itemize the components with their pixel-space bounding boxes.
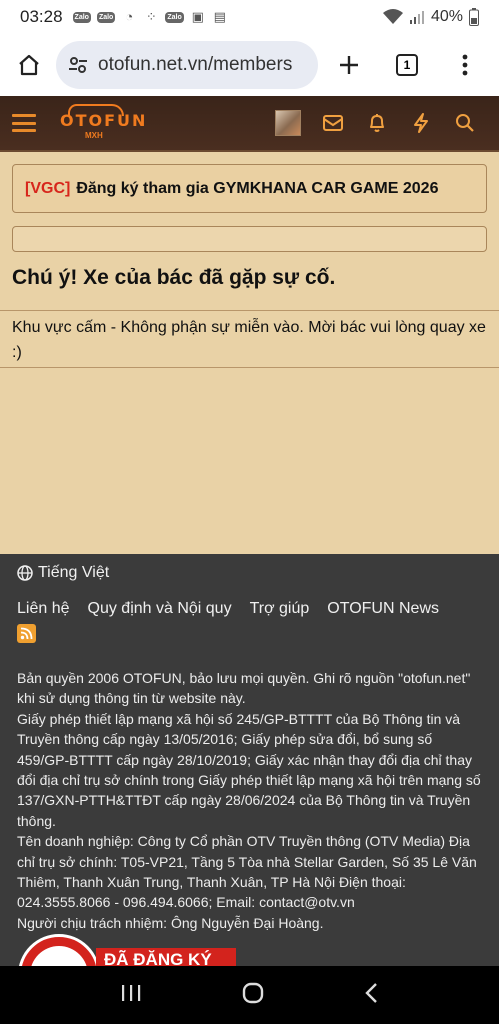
notice-tag: [VGC] [25, 179, 71, 197]
hamburger-menu-icon[interactable] [12, 111, 36, 135]
image-icon: ▣ [191, 9, 204, 24]
dots-icon: ⁘ [145, 9, 157, 24]
tab-count: 1 [396, 54, 418, 76]
error-title: Chú ý! Xe của bác đã gặp sự cố. [12, 266, 336, 289]
status-bar: 03:28 Zalo Zalo ◔ ⁘ Zalo ▣ ▤ 40% [0, 0, 499, 34]
notice-banner[interactable]: [VGC] Đăng ký tham gia GYMKHANA CAR GAME… [12, 164, 487, 213]
system-nav-bar [0, 966, 499, 1024]
footer-links: Liên hệ Quy định và Nội quy Trợ giúp OTO… [17, 600, 439, 618]
address-bar[interactable]: otofun.net.vn/members [56, 41, 318, 89]
notice-text[interactable]: Đăng ký tham gia GYMKHANA CAR GAME 2026 [76, 180, 438, 198]
lightning-icon[interactable] [399, 103, 443, 143]
zalo-icon: Zalo [72, 11, 91, 23]
tab-switcher-button[interactable]: 1 [390, 48, 424, 82]
site-header: OTOFUN MXH [0, 96, 499, 152]
inbox-icon[interactable] [311, 103, 355, 143]
site-footer: Tiếng Việt Liên hệ Quy định và Nội quy T… [0, 554, 499, 974]
footer-link-contact[interactable]: Liên hệ [17, 600, 70, 618]
language-chooser[interactable]: Tiếng Việt [17, 564, 109, 582]
globe-icon [17, 565, 33, 581]
site-settings-icon[interactable] [68, 55, 88, 75]
footer-link-rules[interactable]: Quy định và Nội quy [88, 600, 232, 618]
search-icon[interactable] [443, 103, 487, 143]
zalo-icon: Zalo [165, 11, 184, 23]
user-avatar[interactable] [275, 110, 301, 136]
recent-apps-icon[interactable] [120, 983, 142, 1008]
language-label: Tiếng Việt [38, 564, 110, 581]
signal-icon [409, 11, 424, 24]
otofun-logo[interactable]: OTOFUN MXH [58, 103, 145, 143]
bell-icon[interactable] [355, 103, 399, 143]
footer-link-news[interactable]: OTOFUN News [327, 600, 439, 618]
license-line: Giấy phép thiết lập mạng xã hội số 245/G… [17, 710, 481, 829]
url-text: otofun.net.vn/members [98, 54, 293, 75]
battery-level: 40% [430, 8, 463, 25]
zalo-icon: Zalo [96, 11, 116, 23]
breadcrumb-bar [12, 226, 487, 252]
message-icon: ▤ [213, 9, 226, 24]
copyright-text: Bản quyền 2006 OTOFUN, bảo lưu mọi quyền… [17, 668, 483, 933]
new-tab-icon[interactable] [332, 48, 366, 82]
back-icon[interactable] [364, 982, 380, 1009]
wifi-icon [382, 9, 403, 24]
battery-icon [469, 8, 479, 26]
browser-toolbar: otofun.net.vn/members 1 [0, 34, 499, 96]
footer-link-help[interactable]: Trợ giúp [250, 600, 310, 618]
clock: 03:28 [20, 7, 63, 26]
copyright-line: Bản quyền 2006 OTOFUN, bảo lưu mọi quyền… [17, 670, 471, 707]
menu-dots-icon[interactable] [448, 48, 482, 82]
rss-icon[interactable] [17, 624, 36, 643]
timer-icon: ◔ [125, 9, 134, 24]
responsible-person-line: Người chịu trách nhiệm: Ông Nguyễn Đại H… [17, 914, 324, 931]
home-button-icon[interactable] [241, 981, 265, 1010]
error-message: Khu vực cấm - Không phận sự miễn vào. Mờ… [0, 310, 499, 368]
company-line: Tên doanh nghiệp: Công ty Cổ phần OTV Tr… [17, 833, 477, 911]
notification-icons: Zalo Zalo ◔ ⁘ Zalo ▣ ▤ [72, 9, 228, 24]
home-icon[interactable] [12, 48, 46, 82]
